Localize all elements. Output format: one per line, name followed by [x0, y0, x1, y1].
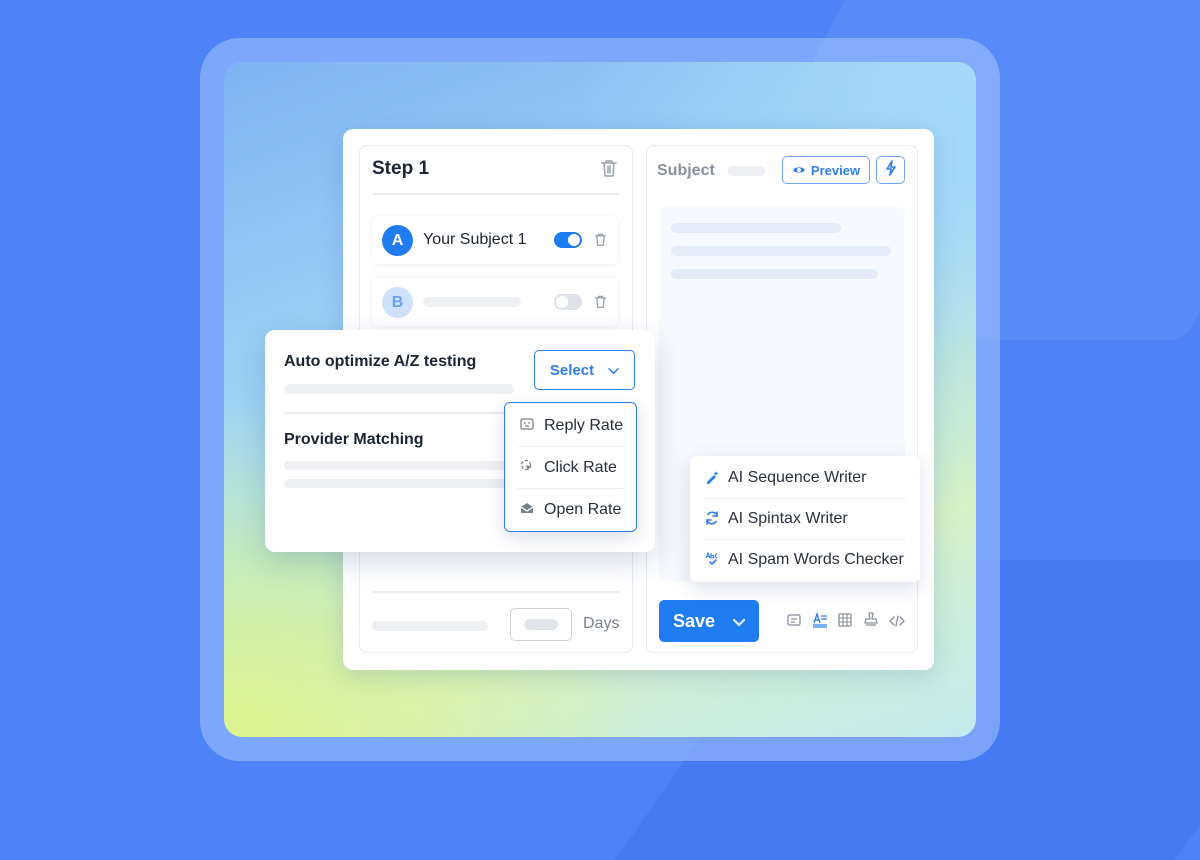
delay-label-placeholder: [372, 621, 488, 631]
cursor-click-icon: [519, 459, 535, 476]
option-label: Click Rate: [544, 458, 617, 476]
variant-b-avatar: B: [382, 287, 413, 318]
variant-a-row[interactable]: A Your Subject 1: [372, 216, 618, 264]
lightning-icon: [885, 159, 897, 181]
code-icon[interactable]: [889, 614, 905, 630]
ai-spam-words-checker-item[interactable]: AI Spam Words Checker: [704, 540, 904, 580]
variant-b-subject-placeholder: [423, 297, 521, 307]
chevron-down-icon: [733, 611, 746, 632]
variant-a-avatar: A: [382, 225, 413, 256]
option-reply-rate[interactable]: Reply Rate: [505, 405, 636, 446]
body-line-placeholder: [671, 246, 891, 256]
ai-sparkle-pen-icon: [704, 470, 720, 487]
days-input[interactable]: [510, 608, 572, 641]
reply-icon: [519, 417, 535, 434]
save-button[interactable]: Save: [659, 600, 759, 642]
text-format-icon[interactable]: [812, 611, 828, 631]
variant-b-toggle[interactable]: [554, 294, 582, 310]
optimize-dropdown-menu: Reply Rate Click Rate Open Rate: [504, 402, 637, 532]
select-label: Select: [549, 361, 595, 379]
option-label: Reply Rate: [544, 416, 624, 434]
description-placeholder: [284, 479, 514, 488]
option-label: Open Rate: [544, 500, 622, 518]
divider: [372, 591, 620, 593]
body-line-placeholder: [671, 223, 841, 233]
subject-input[interactable]: [727, 166, 765, 176]
ai-spintax-writer-item[interactable]: AI Spintax Writer: [704, 499, 848, 539]
body-line-placeholder: [671, 269, 878, 279]
description-placeholder: [284, 461, 514, 470]
variant-a-subject: Your Subject 1: [423, 231, 527, 248]
delete-variant-b-icon[interactable]: [594, 294, 607, 314]
preview-button[interactable]: Preview: [782, 156, 870, 184]
subject-label: Subject: [657, 162, 715, 179]
description-placeholder: [284, 384, 514, 394]
ai-tools-menu: AI Sequence Writer AI Spintax Writer AI …: [690, 456, 920, 582]
divider: [372, 193, 620, 195]
table-icon[interactable]: [838, 613, 852, 630]
delete-variant-a-icon[interactable]: [594, 232, 607, 252]
eye-icon: [792, 163, 806, 178]
refresh-icon: [704, 510, 720, 528]
ai-item-label: AI Spintax Writer: [728, 510, 848, 527]
quick-action-button[interactable]: [876, 156, 905, 184]
open-mail-icon: [519, 501, 535, 518]
days-label: Days: [583, 615, 620, 632]
option-open-rate[interactable]: Open Rate: [505, 489, 636, 530]
step-title: Step 1: [372, 158, 430, 179]
stamp-icon[interactable]: [864, 612, 878, 630]
ai-item-label: AI Sequence Writer: [728, 469, 867, 486]
optimize-select[interactable]: Select: [534, 350, 635, 390]
save-label: Save: [672, 610, 716, 631]
chevron-down-icon: [608, 362, 619, 379]
provider-matching-label: Provider Matching: [284, 431, 424, 448]
spellcheck-icon: [704, 551, 720, 569]
ai-sequence-writer-item[interactable]: AI Sequence Writer: [704, 458, 866, 498]
option-click-rate[interactable]: Click Rate: [505, 447, 636, 488]
preview-label: Preview: [810, 162, 861, 178]
delete-step-icon[interactable]: [600, 158, 618, 183]
variant-a-toggle[interactable]: [554, 232, 582, 248]
ai-item-label: AI Spam Words Checker: [728, 551, 904, 568]
auto-optimize-label: Auto optimize A/Z testing: [284, 353, 477, 370]
template-icon[interactable]: [787, 613, 801, 630]
variant-b-row[interactable]: B: [372, 278, 618, 326]
